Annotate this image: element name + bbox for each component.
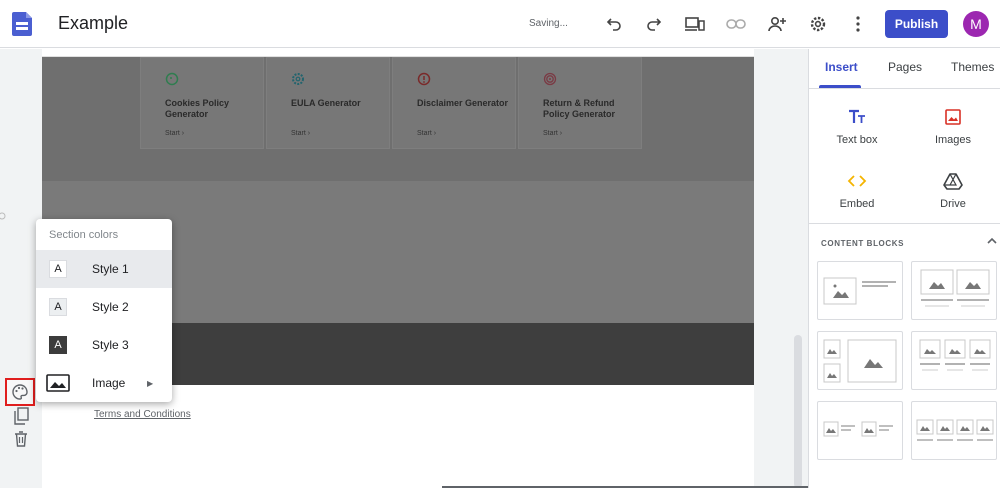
card-cookies-policy[interactable]: Cookies Policy Generator Start › <box>140 57 264 149</box>
style-3-swatch-icon: A <box>49 336 67 354</box>
delete-section-button[interactable] <box>11 429 31 449</box>
undo-button[interactable] <box>602 12 626 36</box>
section-colors-menu: Section colors A Style 1 A Style 2 A Sty… <box>36 219 172 402</box>
image-icon <box>46 374 70 392</box>
menu-item-style-3[interactable]: A Style 3 <box>36 326 172 364</box>
share-user-icon <box>768 16 786 32</box>
more-icon <box>856 16 860 32</box>
content-block-two-cards[interactable] <box>817 401 903 460</box>
settings-button[interactable] <box>806 12 830 36</box>
layout-two-cards-icon <box>823 421 893 437</box>
embed-icon <box>847 175 867 187</box>
side-panel: Insert Pages Themes Text box Images Embe… <box>808 49 1000 488</box>
content-block-three-columns[interactable] <box>911 331 997 390</box>
content-blocks-divider <box>809 223 1000 224</box>
layout-two-columns-icon <box>920 269 990 307</box>
tab-divider <box>809 88 1000 89</box>
redo-button[interactable] <box>642 12 666 36</box>
insert-images[interactable]: Images <box>905 107 1000 167</box>
card-disclaimer[interactable]: Disclaimer Generator Start › <box>392 57 516 149</box>
section-cards[interactable]: Cookies Policy Generator Start › EULA Ge… <box>42 57 754 181</box>
left-edge-handle-icon[interactable] <box>0 211 8 221</box>
publish-button[interactable]: Publish <box>885 10 948 38</box>
card-return-refund[interactable]: Return & Refund Policy Generator Start › <box>518 57 642 149</box>
redo-icon <box>647 18 662 31</box>
content-block-image-text[interactable] <box>817 261 903 320</box>
share-button[interactable] <box>765 12 789 36</box>
content-block-four-columns[interactable] <box>911 401 997 460</box>
layout-image-left-icon <box>823 277 896 305</box>
alert-icon <box>417 72 431 86</box>
gear-icon <box>292 73 304 85</box>
preview-button[interactable] <box>683 12 707 36</box>
content-blocks-heading: CONTENT BLOCKS <box>821 239 905 248</box>
content-block-two-images[interactable] <box>911 261 997 320</box>
terms-link[interactable]: Terms and Conditions <box>94 409 191 420</box>
duplicate-section-button[interactable] <box>11 406 31 426</box>
menu-item-image[interactable]: Image ▶ <box>36 364 172 402</box>
content-block-gallery[interactable] <box>817 331 903 390</box>
card-eula[interactable]: EULA Generator Start › <box>266 57 390 149</box>
section-colors-button[interactable] <box>5 378 35 406</box>
text-box-icon <box>849 109 865 123</box>
insert-text-box[interactable]: Text box <box>809 107 905 167</box>
link-button[interactable] <box>724 12 748 36</box>
image-icon <box>945 109 961 125</box>
more-options-button[interactable] <box>846 12 870 36</box>
menu-item-style-2[interactable]: A Style 2 <box>36 288 172 326</box>
tab-insert[interactable]: Insert <box>825 60 858 74</box>
palette-icon <box>12 384 28 400</box>
copy-icon <box>14 407 29 425</box>
scrollbar-thumb[interactable] <box>794 335 802 488</box>
tab-pages[interactable]: Pages <box>888 60 922 74</box>
ruler <box>42 49 754 57</box>
undo-icon <box>606 18 621 31</box>
menu-heading: Section colors <box>49 229 119 241</box>
cookie-icon <box>165 72 179 86</box>
sites-logo-icon[interactable] <box>12 12 32 36</box>
insert-embed[interactable]: Embed <box>809 171 905 231</box>
layout-four-columns-icon <box>916 419 994 441</box>
link-icon <box>726 19 746 29</box>
layout-three-columns-icon <box>919 339 991 371</box>
tab-themes[interactable]: Themes <box>951 60 994 74</box>
document-title[interactable]: Example <box>58 13 128 34</box>
menu-item-style-1[interactable]: A Style 1 <box>36 250 172 288</box>
device-preview-icon <box>685 17 705 31</box>
insert-drive[interactable]: Drive <box>905 171 1000 231</box>
drive-icon <box>943 173 963 190</box>
chevron-up-icon[interactable] <box>986 236 998 246</box>
style-1-swatch-icon: A <box>49 260 67 278</box>
style-2-swatch-icon: A <box>49 298 67 316</box>
target-icon <box>543 72 557 86</box>
settings-icon <box>810 16 826 32</box>
layout-gallery-icon <box>823 339 897 383</box>
submenu-arrow-icon: ▶ <box>147 378 154 388</box>
save-status: Saving... <box>529 18 568 29</box>
avatar[interactable]: M <box>963 11 989 37</box>
trash-icon <box>15 431 27 447</box>
top-bar: Example Saving... Publish M <box>0 0 1000 48</box>
